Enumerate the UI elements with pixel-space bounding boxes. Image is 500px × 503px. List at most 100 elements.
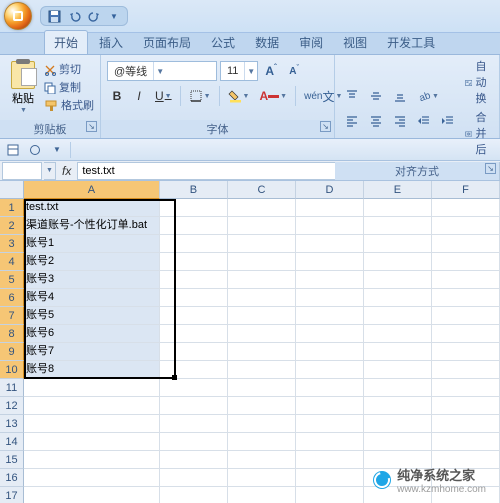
cell[interactable] [228, 253, 296, 271]
cell[interactable] [296, 379, 364, 397]
select-all-corner[interactable] [0, 181, 24, 199]
cell[interactable] [228, 199, 296, 217]
cell[interactable] [228, 271, 296, 289]
cell[interactable] [160, 487, 228, 503]
chevron-down-icon[interactable]: ▼ [244, 62, 257, 80]
cell[interactable] [296, 307, 364, 325]
cell[interactable] [160, 325, 228, 343]
cell[interactable] [160, 379, 228, 397]
increase-indent-button[interactable] [437, 111, 459, 131]
cell[interactable] [228, 415, 296, 433]
cell[interactable] [432, 235, 500, 253]
row-header[interactable]: 9 [0, 343, 24, 361]
align-middle-button[interactable] [365, 86, 387, 106]
chevron-down-icon[interactable]: ▼ [48, 141, 66, 159]
cell[interactable] [160, 343, 228, 361]
tab-view[interactable]: 视图 [334, 31, 376, 54]
cell[interactable] [296, 487, 364, 503]
row-header[interactable]: 17 [0, 487, 24, 503]
dialog-launcher-icon[interactable]: ↘ [320, 121, 331, 132]
cell[interactable] [364, 433, 432, 451]
cell[interactable] [296, 235, 364, 253]
column-header[interactable]: F [432, 181, 500, 199]
toolbar-button[interactable] [26, 141, 44, 159]
cell[interactable] [296, 343, 364, 361]
row-header[interactable]: 12 [0, 397, 24, 415]
paste-button[interactable]: 粘贴 ▼ [6, 61, 40, 114]
cell[interactable] [296, 253, 364, 271]
cell[interactable] [432, 415, 500, 433]
cell[interactable] [296, 325, 364, 343]
cell[interactable]: 账号2 [24, 253, 160, 271]
tab-home[interactable]: 开始 [44, 30, 88, 54]
cell[interactable] [160, 235, 228, 253]
cell[interactable] [432, 379, 500, 397]
cell[interactable] [296, 217, 364, 235]
cell[interactable]: 账号8 [24, 361, 160, 379]
cell[interactable] [228, 325, 296, 343]
shrink-font-button[interactable]: Aˇ [284, 61, 304, 81]
toolbar-button[interactable] [75, 141, 93, 159]
cells-area[interactable]: test.txt渠道账号-个性化订单.bat账号1账号2账号3账号4账号5账号6… [24, 199, 500, 503]
cell[interactable] [296, 451, 364, 469]
align-bottom-button[interactable] [389, 86, 411, 106]
font-name-combo[interactable]: @等线 ▼ [107, 61, 217, 81]
qat-customize-icon[interactable]: ▼ [107, 9, 121, 23]
align-top-button[interactable] [341, 86, 363, 106]
cell[interactable]: 渠道账号-个性化订单.bat [24, 217, 160, 235]
font-size-combo[interactable]: 11 ▼ [220, 61, 258, 81]
row-header[interactable]: 4 [0, 253, 24, 271]
cell[interactable] [24, 469, 160, 487]
cell[interactable] [364, 343, 432, 361]
row-header[interactable]: 6 [0, 289, 24, 307]
tab-developer[interactable]: 开发工具 [378, 31, 444, 54]
tab-page-layout[interactable]: 页面布局 [134, 31, 200, 54]
underline-button[interactable]: U▼ [151, 86, 176, 106]
cell[interactable]: 账号6 [24, 325, 160, 343]
wrap-text-button[interactable]: ab自动换 [465, 59, 493, 107]
cell[interactable] [160, 415, 228, 433]
cell[interactable] [228, 451, 296, 469]
cell[interactable]: 账号1 [24, 235, 160, 253]
cell[interactable] [160, 361, 228, 379]
cell[interactable] [296, 469, 364, 487]
font-color-button[interactable]: A▼ [255, 86, 291, 106]
cell[interactable] [432, 253, 500, 271]
cell[interactable] [432, 433, 500, 451]
cell[interactable] [364, 253, 432, 271]
cell[interactable] [160, 469, 228, 487]
cell[interactable] [228, 469, 296, 487]
cell[interactable] [160, 433, 228, 451]
column-header[interactable]: E [364, 181, 432, 199]
cell[interactable] [364, 325, 432, 343]
cell[interactable] [160, 307, 228, 325]
chevron-down-icon[interactable]: ▼ [153, 62, 166, 80]
save-icon[interactable] [47, 9, 61, 23]
cell[interactable] [160, 451, 228, 469]
cell[interactable] [24, 379, 160, 397]
cell[interactable] [228, 307, 296, 325]
cell[interactable] [432, 217, 500, 235]
undo-icon[interactable] [67, 9, 81, 23]
column-header[interactable]: C [228, 181, 296, 199]
row-header[interactable]: 10 [0, 361, 24, 379]
cell[interactable] [296, 289, 364, 307]
dialog-launcher-icon[interactable]: ↘ [485, 163, 496, 174]
row-header[interactable]: 8 [0, 325, 24, 343]
cell[interactable] [364, 199, 432, 217]
cell[interactable] [432, 289, 500, 307]
border-button[interactable]: ▼ [185, 86, 215, 106]
cell[interactable] [432, 397, 500, 415]
cell[interactable] [296, 361, 364, 379]
format-painter-button[interactable]: 格式刷 [44, 98, 94, 114]
cell[interactable] [364, 235, 432, 253]
tab-insert[interactable]: 插入 [90, 31, 132, 54]
column-header[interactable]: D [296, 181, 364, 199]
cell[interactable] [228, 433, 296, 451]
cell[interactable] [228, 361, 296, 379]
cell[interactable] [364, 307, 432, 325]
cell[interactable] [24, 415, 160, 433]
cell[interactable] [364, 415, 432, 433]
cell[interactable]: 账号4 [24, 289, 160, 307]
merge-center-button[interactable]: 合并后 [465, 110, 493, 158]
